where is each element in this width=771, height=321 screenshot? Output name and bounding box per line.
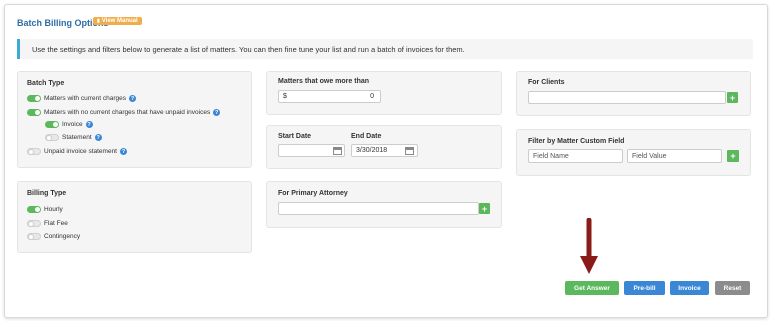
field-name-input[interactable]: Field Name bbox=[528, 149, 623, 163]
batch-option-unpaid-statement[interactable]: Unpaid invoice statement ? bbox=[27, 148, 127, 155]
help-icon[interactable]: ? bbox=[94, 134, 102, 141]
arrow-head bbox=[580, 256, 598, 274]
toggle-statement[interactable] bbox=[45, 134, 59, 141]
batch-option-current-charges[interactable]: Matters with current charges ? bbox=[27, 95, 137, 102]
add-attorney-button[interactable]: + bbox=[479, 203, 490, 214]
batch-type-panel: Batch Type Matters with current charges … bbox=[17, 71, 252, 168]
primary-attorney-panel: For Primary Attorney + bbox=[266, 181, 502, 228]
for-clients-panel: For Clients + bbox=[516, 71, 751, 116]
owe-amount-input[interactable]: $ 0 bbox=[278, 90, 381, 103]
batch-type-title: Batch Type bbox=[27, 80, 65, 87]
toggle-contingency[interactable] bbox=[27, 233, 41, 240]
for-clients-title: For Clients bbox=[528, 79, 565, 86]
for-clients-input[interactable] bbox=[528, 91, 726, 104]
help-icon[interactable]: ? bbox=[120, 148, 127, 155]
option-label: Invoice bbox=[62, 121, 83, 128]
custom-field-panel: Filter by Matter Custom Field Field Name… bbox=[516, 129, 751, 176]
billing-option-flat-fee[interactable]: Flat Fee bbox=[27, 220, 68, 227]
currency-symbol: $ bbox=[283, 93, 287, 100]
reset-button[interactable]: Reset bbox=[715, 281, 750, 295]
billing-type-title: Billing Type bbox=[27, 190, 67, 197]
view-manual-button[interactable]: ▮ View Manual bbox=[93, 17, 142, 25]
option-label: Contingency bbox=[44, 233, 81, 240]
book-icon: ▮ bbox=[97, 18, 100, 24]
option-label: Hourly bbox=[44, 206, 63, 213]
invoice-button[interactable]: Invoice bbox=[670, 281, 709, 295]
field-value-placeholder: Field Value bbox=[632, 153, 667, 160]
add-custom-field-button[interactable]: + bbox=[727, 150, 739, 162]
owe-more-panel: Matters that owe more than $ 0 bbox=[266, 71, 502, 115]
field-name-placeholder: Field Name bbox=[533, 153, 569, 160]
view-manual-label: View Manual bbox=[101, 18, 138, 24]
option-label: Matters with current charges bbox=[44, 95, 127, 102]
toggle-current-charges[interactable] bbox=[27, 95, 41, 102]
billing-option-hourly[interactable]: Hourly bbox=[27, 206, 63, 213]
option-label: Unpaid invoice statement bbox=[44, 148, 117, 155]
billing-type-panel: Billing Type Hourly Flat Fee Contingency bbox=[17, 181, 252, 253]
option-label: Flat Fee bbox=[44, 220, 68, 227]
info-text: Use the settings and filters below to ge… bbox=[32, 45, 465, 54]
info-banner: Use the settings and filters below to ge… bbox=[17, 39, 753, 59]
toggle-hourly[interactable] bbox=[27, 206, 41, 213]
help-icon[interactable]: ? bbox=[129, 95, 137, 102]
start-date-label: Start Date bbox=[278, 133, 312, 140]
batch-option-invoice[interactable]: Invoice ? bbox=[45, 121, 93, 128]
field-value-input[interactable]: Field Value bbox=[627, 149, 722, 163]
option-label: Statement bbox=[62, 134, 92, 141]
toggle-unpaid-statement[interactable] bbox=[27, 148, 41, 155]
custom-field-title: Filter by Matter Custom Field bbox=[528, 138, 625, 145]
toggle-flat-fee[interactable] bbox=[27, 220, 41, 227]
owe-amount-value: 0 bbox=[370, 93, 374, 100]
billing-option-contingency[interactable]: Contingency bbox=[27, 233, 80, 240]
add-client-button[interactable]: + bbox=[727, 92, 738, 103]
arrow-annotation bbox=[580, 218, 598, 274]
help-icon[interactable]: ? bbox=[213, 109, 221, 116]
end-date-value: 3/30/2018 bbox=[356, 147, 388, 154]
prebill-button[interactable]: Pre-bill bbox=[624, 281, 665, 295]
get-answer-button[interactable]: Get Answer bbox=[565, 281, 619, 295]
toggle-invoice[interactable] bbox=[45, 121, 59, 128]
end-date-label: End Date bbox=[351, 133, 382, 140]
toggle-unpaid-invoices[interactable] bbox=[27, 109, 41, 116]
owe-more-title: Matters that owe more than bbox=[278, 78, 370, 85]
option-label: Matters with no current charges that hav… bbox=[44, 109, 211, 116]
primary-attorney-title: For Primary Attorney bbox=[278, 190, 348, 197]
calendar-icon[interactable] bbox=[333, 147, 342, 155]
calendar-icon[interactable] bbox=[405, 147, 414, 155]
batch-option-unpaid-invoices[interactable]: Matters with no current charges that hav… bbox=[27, 109, 221, 116]
primary-attorney-input[interactable] bbox=[278, 202, 479, 215]
dates-panel: Start Date End Date 3/30/2018 bbox=[266, 125, 502, 169]
help-icon[interactable]: ? bbox=[85, 121, 93, 128]
batch-option-statement[interactable]: Statement ? bbox=[45, 134, 102, 141]
